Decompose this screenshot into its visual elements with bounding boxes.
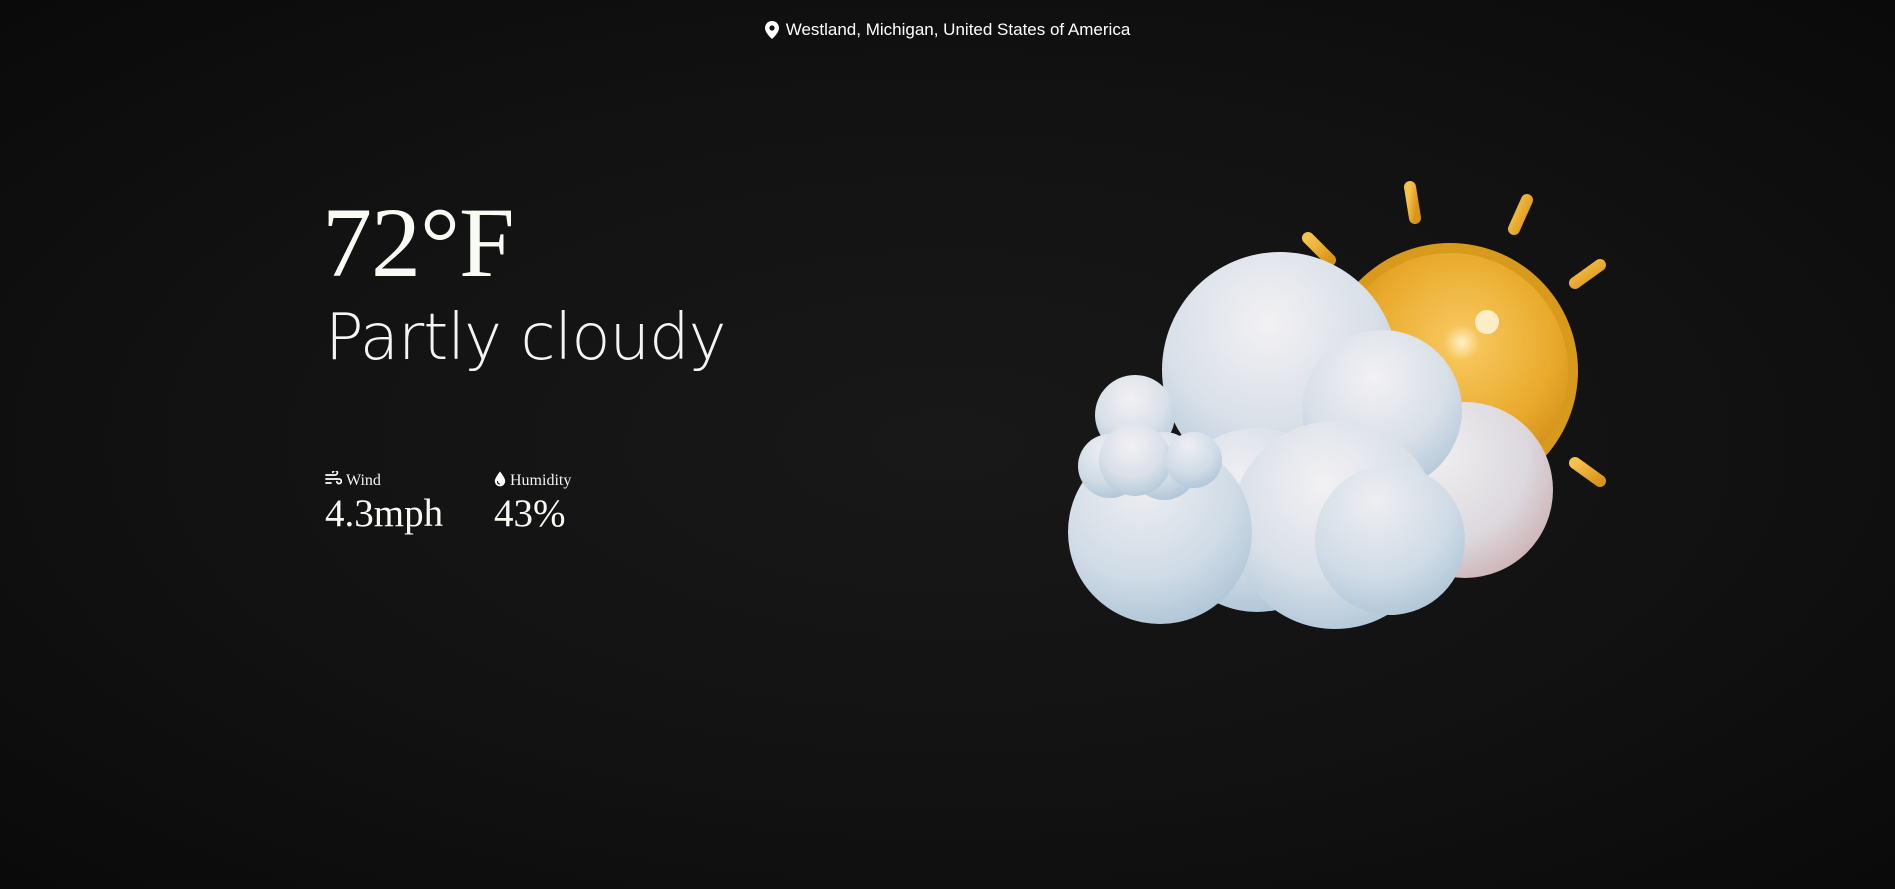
condition-text: Partly cloudy (325, 301, 727, 375)
temperature-value: 72°F (322, 187, 515, 298)
partly-cloudy-icon (1060, 160, 1660, 660)
humidity-label: Humidity (510, 472, 572, 489)
wind-value: 4.3mph (325, 492, 444, 535)
humidity-header: Humidity (494, 470, 571, 492)
map-pin-icon (764, 21, 779, 39)
wind-label: Wind (346, 472, 381, 489)
location-bar: Westland, Michigan, United States of Ame… (0, 20, 1895, 40)
location-text: Westland, Michigan, United States of Ame… (785, 20, 1131, 39)
water-drop-icon (494, 471, 506, 492)
humidity-value: 43% (494, 492, 566, 535)
humidity-stat: Humidity 43% (494, 470, 571, 536)
wind-stat: Wind 4.3mph (325, 469, 444, 536)
wind-header: Wind (325, 469, 443, 492)
wind-icon (325, 469, 343, 491)
